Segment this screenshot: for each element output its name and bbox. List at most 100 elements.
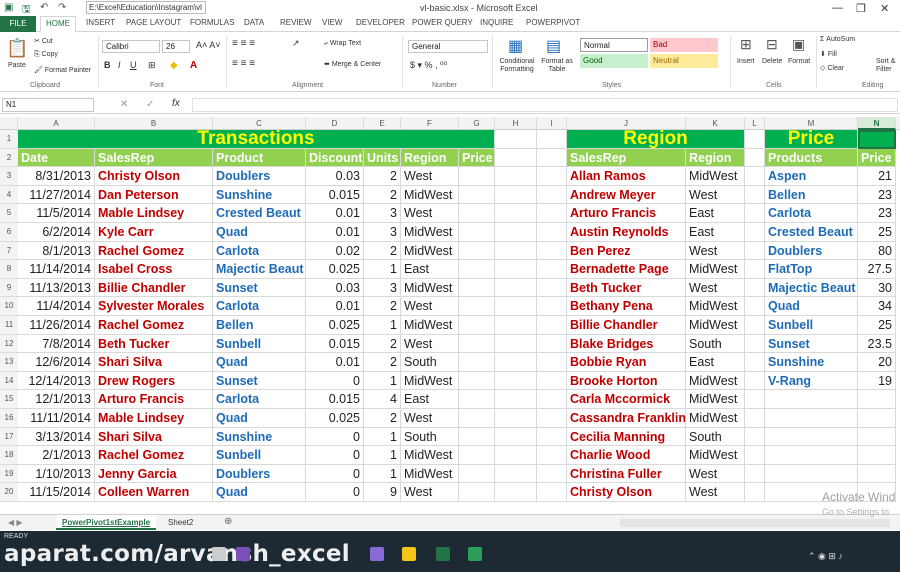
column-header[interactable]: D bbox=[306, 117, 364, 130]
units-cell[interactable]: 1 bbox=[364, 446, 401, 465]
product-cell[interactable]: Quad bbox=[213, 483, 306, 502]
empty-cell[interactable] bbox=[745, 427, 765, 447]
tab-formulas[interactable]: FORMULAS bbox=[190, 18, 234, 27]
column-header[interactable]: K bbox=[686, 117, 745, 130]
units-cell[interactable]: 2 bbox=[364, 297, 401, 316]
empty-cell[interactable] bbox=[537, 241, 567, 261]
empty-cell[interactable] bbox=[537, 483, 567, 502]
units-cell[interactable]: 3 bbox=[364, 204, 401, 223]
date-cell[interactable]: 7/8/2014 bbox=[18, 334, 95, 354]
empty-cell[interactable] bbox=[745, 316, 765, 335]
horizontal-scrollbar[interactable] bbox=[620, 519, 890, 527]
salesrep-cell[interactable]: Jenny Garcia bbox=[95, 464, 213, 484]
date-cell[interactable]: 12/6/2014 bbox=[18, 353, 95, 372]
new-sheet-icon[interactable]: ⊕ bbox=[224, 516, 232, 527]
column-header[interactable]: H bbox=[495, 117, 537, 130]
prev-sheet-icon[interactable]: ◀ ▶ bbox=[8, 518, 23, 527]
empty-cell[interactable] bbox=[745, 353, 765, 372]
onenote-icon[interactable] bbox=[370, 547, 384, 561]
date-cell[interactable]: 8/31/2013 bbox=[18, 167, 95, 186]
undo-icon[interactable]: ↶ bbox=[40, 2, 48, 13]
tab-insert[interactable]: INSERT bbox=[86, 18, 115, 27]
units-cell[interactable]: 3 bbox=[364, 278, 401, 298]
price-cell[interactable] bbox=[459, 483, 495, 502]
empty-cell[interactable] bbox=[537, 427, 567, 447]
empty-cell[interactable] bbox=[745, 278, 765, 298]
row-header[interactable]: 20 bbox=[0, 483, 18, 502]
empty-cell[interactable] bbox=[537, 167, 567, 186]
salesrep-cell[interactable]: Rachel Gomez bbox=[95, 446, 213, 465]
units-cell[interactable]: 4 bbox=[364, 390, 401, 409]
empty-cell[interactable] bbox=[745, 464, 765, 484]
region-salesrep-cell[interactable]: Arturo Francis bbox=[567, 204, 686, 223]
column-header-selected[interactable]: N bbox=[858, 117, 896, 130]
row-header[interactable]: 1 bbox=[0, 130, 18, 149]
price-product-cell[interactable]: Quad bbox=[765, 297, 858, 316]
transactions-header[interactable]: Discount bbox=[306, 148, 364, 168]
units-cell[interactable]: 2 bbox=[364, 334, 401, 354]
row-header[interactable]: 19 bbox=[0, 464, 18, 484]
enter-icon[interactable]: ✓ bbox=[146, 99, 154, 110]
units-cell[interactable]: 2 bbox=[364, 409, 401, 428]
price-product-cell[interactable]: Sunbell bbox=[765, 316, 858, 335]
region-value-cell[interactable]: MidWest bbox=[686, 409, 745, 428]
region-cell[interactable]: MidWest bbox=[401, 278, 459, 298]
region-value-cell[interactable]: MidWest bbox=[686, 316, 745, 335]
discount-cell[interactable]: 0.01 bbox=[306, 353, 364, 372]
empty-cell[interactable] bbox=[495, 483, 537, 502]
underline-button[interactable]: U bbox=[130, 60, 137, 70]
discount-cell[interactable]: 0.025 bbox=[306, 260, 364, 279]
row-header[interactable]: 12 bbox=[0, 334, 18, 354]
date-cell[interactable]: 11/27/2014 bbox=[18, 185, 95, 205]
date-cell[interactable]: 8/1/2013 bbox=[18, 241, 95, 261]
empty-cell[interactable] bbox=[495, 409, 537, 428]
price-value-cell[interactable]: 21 bbox=[858, 167, 896, 186]
region-salesrep-cell[interactable]: Ben Perez bbox=[567, 241, 686, 261]
salesrep-cell[interactable]: Arturo Francis bbox=[95, 390, 213, 409]
units-cell[interactable]: 2 bbox=[364, 185, 401, 205]
select-all-button[interactable] bbox=[0, 117, 18, 130]
salesrep-cell[interactable]: Isabel Cross bbox=[95, 260, 213, 279]
empty-cell[interactable] bbox=[537, 204, 567, 223]
minimize-icon[interactable]: — bbox=[832, 2, 843, 14]
date-cell[interactable]: 11/26/2014 bbox=[18, 316, 95, 335]
region-header[interactable]: Region bbox=[686, 148, 745, 168]
salesrep-cell[interactable]: Rachel Gomez bbox=[95, 241, 213, 261]
autosum-button[interactable]: Σ AutoSum bbox=[820, 36, 855, 43]
product-cell[interactable]: Quad bbox=[213, 409, 306, 428]
price-cell[interactable] bbox=[459, 390, 495, 409]
empty-cell[interactable] bbox=[495, 316, 537, 335]
price-value-cell[interactable]: 20 bbox=[858, 353, 896, 372]
copy-button[interactable]: ⎘ Copy bbox=[34, 51, 58, 59]
paste-icon[interactable]: 📋 bbox=[6, 38, 28, 59]
product-cell[interactable]: Carlota bbox=[213, 241, 306, 261]
row-header[interactable]: 17 bbox=[0, 427, 18, 447]
region-salesrep-cell[interactable]: Christina Fuller bbox=[567, 464, 686, 484]
empty-cell[interactable] bbox=[765, 446, 858, 465]
region-cell[interactable]: West bbox=[401, 483, 459, 502]
empty-cell[interactable] bbox=[745, 297, 765, 316]
tab-review[interactable]: REVIEW bbox=[280, 18, 312, 27]
price-product-cell[interactable]: Bellen bbox=[765, 185, 858, 205]
row-header[interactable]: 16 bbox=[0, 409, 18, 428]
region-value-cell[interactable]: South bbox=[686, 334, 745, 354]
empty-cell[interactable] bbox=[745, 130, 765, 149]
date-cell[interactable]: 11/4/2014 bbox=[18, 297, 95, 316]
column-header[interactable]: E bbox=[364, 117, 401, 130]
function-icon[interactable]: fx bbox=[172, 98, 180, 109]
empty-cell[interactable] bbox=[537, 130, 567, 149]
row-header[interactable]: 4 bbox=[0, 185, 18, 205]
region-value-cell[interactable]: West bbox=[686, 278, 745, 298]
row-header[interactable]: 8 bbox=[0, 260, 18, 279]
style-good[interactable]: Good bbox=[580, 54, 648, 68]
empty-cell[interactable] bbox=[745, 483, 765, 502]
salesrep-cell[interactable]: Rachel Gomez bbox=[95, 316, 213, 335]
price-cell[interactable] bbox=[459, 260, 495, 279]
region-cell[interactable]: MidWest bbox=[401, 464, 459, 484]
empty-cell[interactable] bbox=[495, 427, 537, 447]
row-header[interactable]: 7 bbox=[0, 241, 18, 261]
discount-cell[interactable]: 0 bbox=[306, 446, 364, 465]
units-cell[interactable]: 1 bbox=[364, 260, 401, 279]
date-cell[interactable]: 12/1/2013 bbox=[18, 390, 95, 409]
style-bad[interactable]: Bad bbox=[650, 38, 718, 52]
